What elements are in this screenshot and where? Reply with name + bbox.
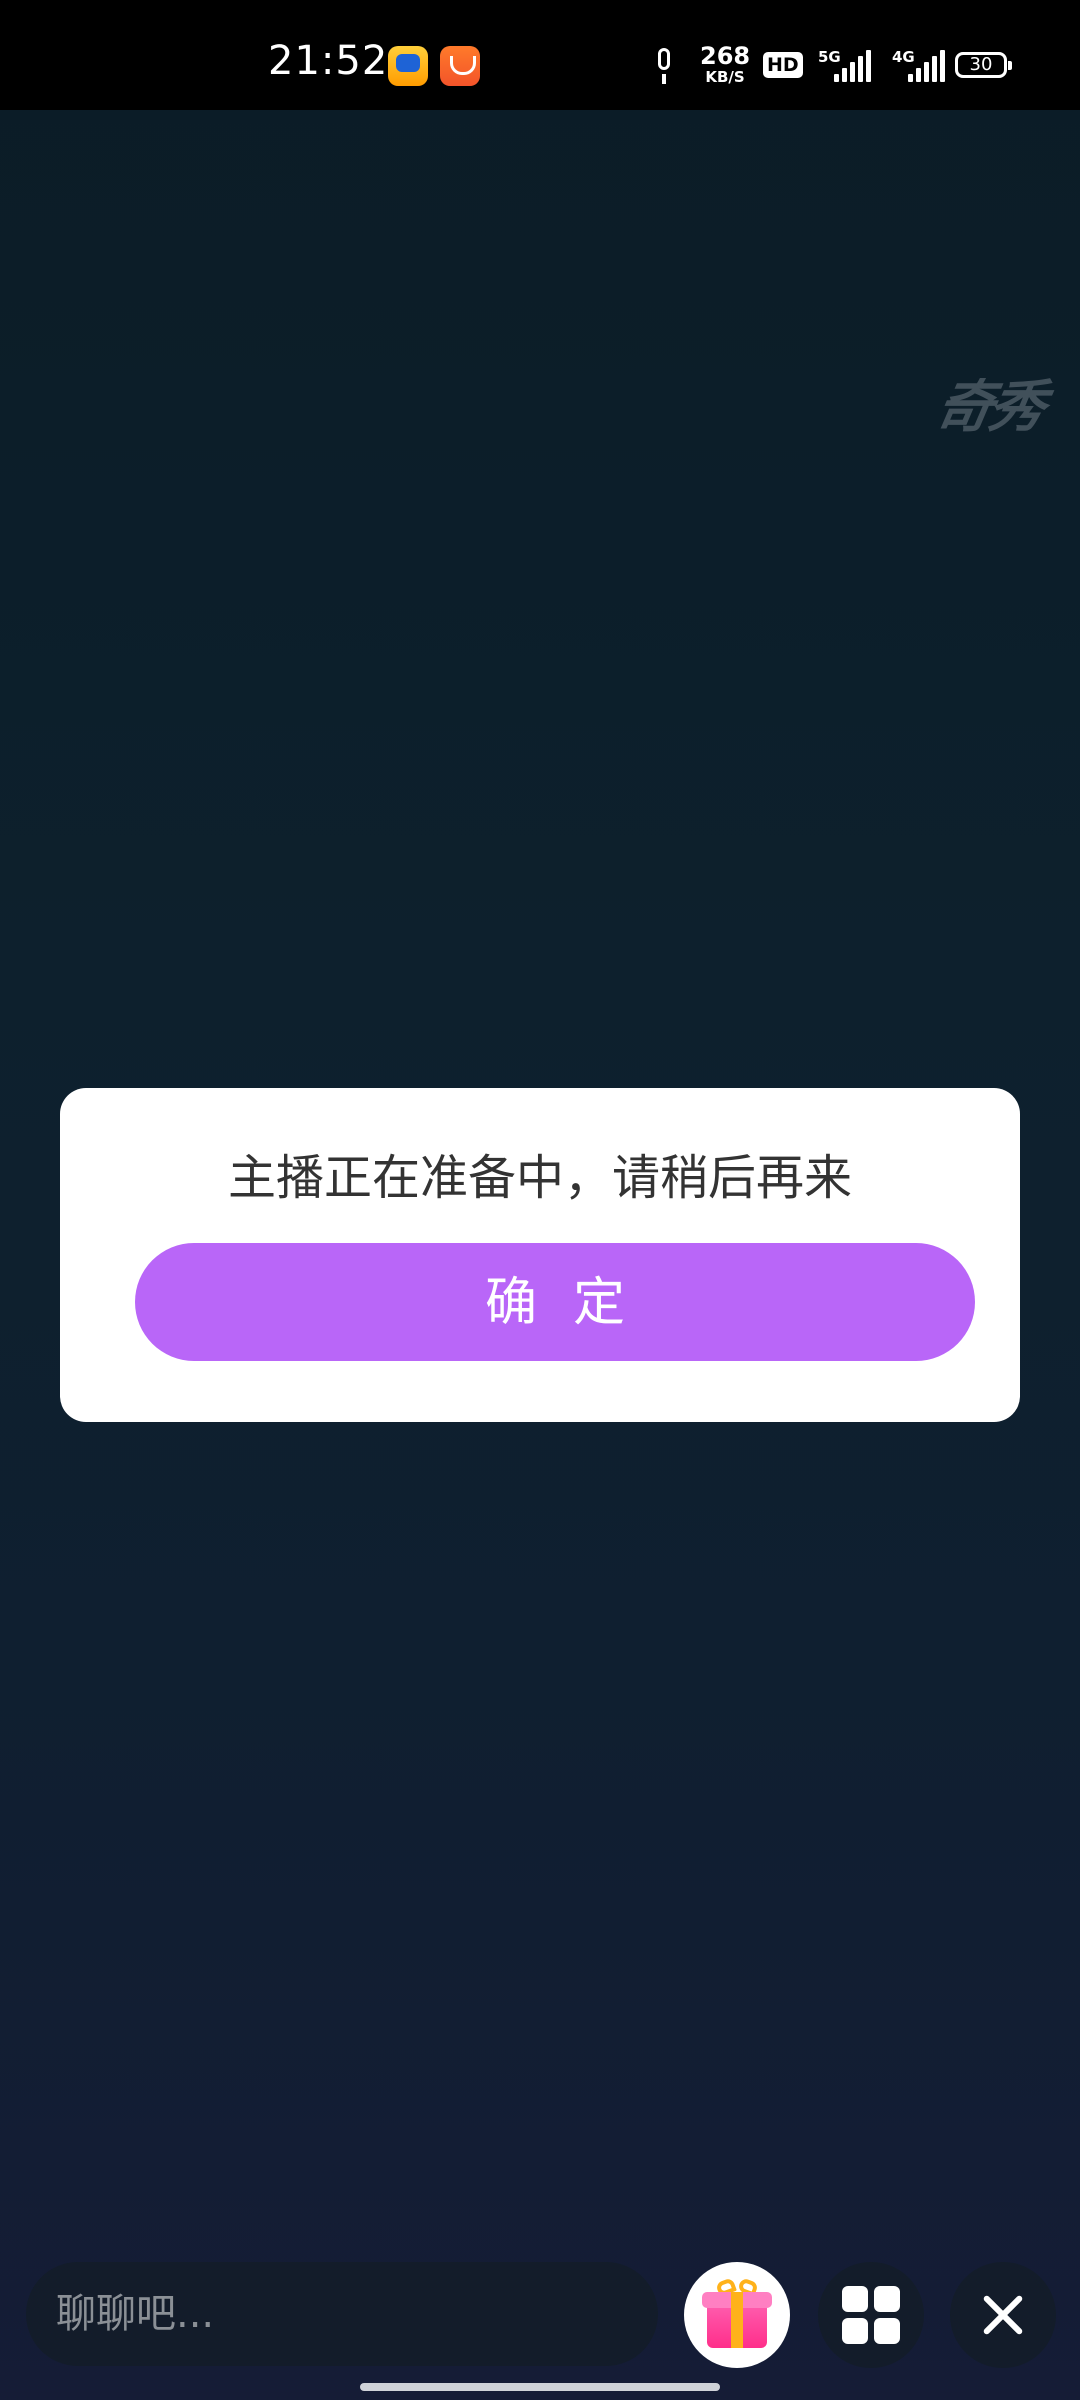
home-indicator[interactable] — [360, 2383, 720, 2391]
gift-button[interactable] — [684, 2262, 790, 2368]
status-bar: 21:52 268 KB/S HD 5G 4G 30 — [0, 0, 1080, 110]
signal-5g-label: 5G — [818, 48, 841, 66]
notice-dialog: 主播正在准备中，请稍后再来 确定 — [60, 1088, 1020, 1422]
network-speed: 268 KB/S — [700, 44, 750, 85]
hd-voice-icon: HD — [763, 52, 803, 78]
status-time: 21:52 — [268, 38, 389, 84]
brand-watermark: 奇秀 — [931, 375, 1047, 440]
confirm-button[interactable]: 确定 — [135, 1243, 975, 1361]
signal-4g-icon: 4G — [892, 48, 948, 82]
more-menu-button[interactable] — [818, 2262, 924, 2368]
chat-input[interactable]: 聊聊吧... — [26, 2262, 658, 2366]
signal-4g-label: 4G — [892, 48, 915, 66]
close-button[interactable] — [950, 2262, 1056, 2368]
uc-browser-icon — [440, 46, 480, 86]
video-app-icon — [388, 46, 428, 86]
dialog-message: 主播正在准备中，请稍后再来 — [227, 1150, 852, 1206]
battery-icon: 30 — [955, 52, 1012, 78]
signal-5g-icon: 5G — [818, 48, 874, 82]
network-speed-value: 268 — [700, 42, 751, 70]
network-speed-unit: KB/S — [705, 68, 745, 86]
